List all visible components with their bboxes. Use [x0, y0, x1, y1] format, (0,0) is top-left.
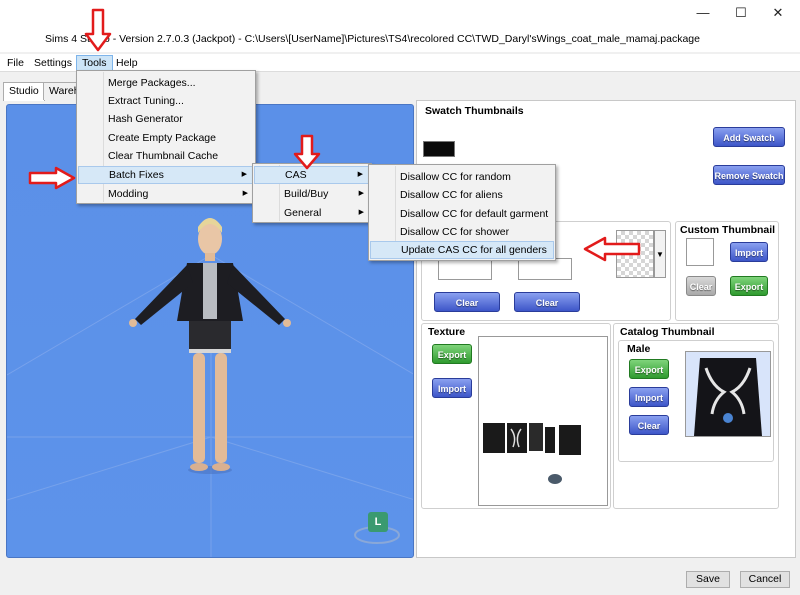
menu-batch-fixes-label: Batch Fixes [109, 169, 164, 181]
window-title: Sims 4 Studio - Version 2.7.0.3 (Jackpot… [45, 33, 700, 45]
cancel-button[interactable]: Cancel [740, 571, 790, 588]
texture-title: Texture [428, 326, 466, 338]
batch-fixes-menu: CAS ▶ Build/Buy ▶ General ▶ [252, 163, 372, 223]
catalog-import-button[interactable]: Import [629, 387, 669, 407]
cas-menu: Disallow CC for random Disallow CC for a… [368, 164, 556, 261]
menu-tools[interactable]: Tools [76, 55, 113, 71]
tools-menu: Merge Packages... Extract Tuning... Hash… [76, 70, 256, 204]
custom-thumbnail-group: Custom Thumbnail Import Clear Export [675, 221, 779, 321]
texture-export-button[interactable]: Export [432, 344, 472, 364]
catalog-clear-button[interactable]: Clear [629, 415, 669, 435]
catalog-thumbnail-group: Catalog Thumbnail Male Export Import Cle… [613, 323, 779, 509]
viewport-badge: L [374, 516, 382, 528]
menu-update-cas-all-genders[interactable]: Update CAS CC for all genders [370, 241, 554, 259]
catalog-preview [685, 351, 771, 437]
custom-export-button[interactable]: Export [730, 276, 768, 296]
catalog-export-button[interactable]: Export [629, 359, 669, 379]
menu-disallow-default-garment[interactable]: Disallow CC for default garment [370, 205, 554, 223]
texture-preview [478, 336, 608, 506]
red-arrow-right-icon [28, 166, 76, 190]
menu-batch-fixes[interactable]: Batch Fixes ▶ [78, 166, 254, 184]
minimize-button[interactable]: — [688, 2, 718, 24]
red-arrow-left-icon [583, 236, 641, 262]
remove-swatch-button[interactable]: Remove Swatch [713, 165, 785, 185]
footer-bar: Save Cancel [0, 560, 800, 595]
coat-thumbnail-icon [686, 352, 770, 436]
custom-thumbnail-title: Custom Thumbnail [680, 224, 776, 236]
title-bar: Sims 4 Studio - Version 2.7.0.3 (Jackpot… [0, 0, 800, 52]
thumbnail-slot-2[interactable] [518, 258, 572, 280]
submenu-arrow-icon: ▶ [358, 190, 364, 197]
menu-help[interactable]: Help [111, 55, 143, 71]
save-button[interactable]: Save [686, 571, 730, 588]
menu-build-buy[interactable]: Build/Buy ▶ [254, 185, 370, 203]
overlay-dropdown-icon[interactable]: ▼ [654, 230, 666, 278]
menu-general-label: General [284, 207, 322, 219]
menu-disallow-random[interactable]: Disallow CC for random [370, 168, 554, 186]
menu-disallow-shower[interactable]: Disallow CC for shower [370, 223, 554, 241]
custom-clear-button[interactable]: Clear [686, 276, 716, 296]
close-button[interactable]: ✕ [763, 2, 793, 24]
clear-button-2[interactable]: Clear [514, 292, 580, 312]
sim-figure [129, 218, 291, 471]
submenu-arrow-icon: ▶ [241, 171, 247, 178]
menu-modding[interactable]: Modding ▶ [78, 185, 254, 203]
menu-modding-label: Modding [108, 188, 149, 200]
catalog-male-label: Male [627, 343, 651, 355]
menu-clear-thumbnail-cache[interactable]: Clear Thumbnail Cache [78, 147, 254, 165]
menu-create-empty-package[interactable]: Create Empty Package [78, 129, 254, 147]
texture-import-button[interactable]: Import [432, 378, 472, 398]
submenu-arrow-icon: ▶ [242, 190, 248, 197]
custom-import-button[interactable]: Import [730, 242, 768, 262]
red-arrow-down-icon [293, 134, 321, 170]
menu-general[interactable]: General ▶ [254, 204, 370, 222]
menu-merge-packages[interactable]: Merge Packages... [78, 74, 254, 92]
add-swatch-button[interactable]: Add Swatch [713, 127, 785, 147]
red-arrow-down-icon [84, 8, 112, 52]
custom-thumbnail-preview [686, 238, 714, 266]
swatch-color[interactable] [423, 141, 455, 157]
menu-disallow-aliens[interactable]: Disallow CC for aliens [370, 186, 554, 204]
swatch-thumbnails-title: Swatch Thumbnails [425, 105, 524, 117]
maximize-button[interactable]: ☐ [726, 2, 756, 24]
submenu-arrow-icon: ▶ [357, 171, 363, 178]
texture-map-icon [483, 423, 581, 484]
menu-cas-label: CAS [285, 169, 307, 181]
texture-group: Texture Export Import [421, 323, 611, 509]
submenu-arrow-icon: ▶ [358, 209, 364, 216]
menu-settings[interactable]: Settings [29, 55, 77, 71]
menu-hash-generator[interactable]: Hash Generator [78, 110, 254, 128]
catalog-male-group: Male Export Import Clear [618, 340, 774, 462]
catalog-thumbnail-title: Catalog Thumbnail [620, 326, 715, 338]
menu-extract-tuning[interactable]: Extract Tuning... [78, 92, 254, 110]
clear-button-1[interactable]: Clear [434, 292, 500, 312]
thumbnail-slot-1[interactable] [438, 258, 492, 280]
tab-studio[interactable]: Studio [3, 82, 45, 101]
menu-file[interactable]: File [2, 55, 29, 71]
menu-build-buy-label: Build/Buy [284, 188, 329, 200]
